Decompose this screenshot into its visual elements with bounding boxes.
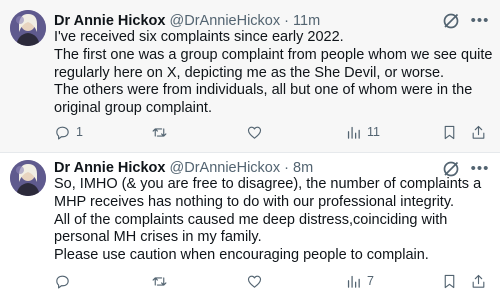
tweet-line: So, IMHO (& you are free to disagree), t… bbox=[54, 176, 486, 210]
timestamp[interactable]: 8m bbox=[293, 160, 313, 176]
tweet-header: Dr Annie Hickox @DrAnnieHickox · 11m bbox=[54, 12, 320, 30]
author-name[interactable]: Dr Annie Hickox bbox=[54, 13, 165, 29]
views-icon bbox=[347, 126, 360, 139]
views-button[interactable]: 11 bbox=[345, 122, 380, 142]
views-button[interactable]: 7 bbox=[345, 271, 374, 291]
author-handle[interactable]: @DrAnnieHickox bbox=[170, 160, 281, 176]
tweet[interactable]: Dr Annie Hickox @DrAnnieHickox · 8m ••• … bbox=[0, 153, 500, 298]
reply-icon bbox=[56, 126, 69, 139]
reply-count: 1 bbox=[76, 125, 83, 139]
reply-button[interactable]: 1 bbox=[54, 122, 83, 142]
tweet-line: The others were from individuals, all bu… bbox=[54, 82, 477, 117]
like-icon bbox=[247, 126, 262, 139]
bookmark-icon bbox=[444, 125, 455, 139]
tweet-header: Dr Annie Hickox @DrAnnieHickox · 8m bbox=[54, 159, 313, 177]
repost-button[interactable] bbox=[151, 122, 173, 142]
views-count: 7 bbox=[367, 274, 374, 288]
repost-icon bbox=[152, 276, 167, 286]
reply-icon bbox=[56, 275, 69, 288]
tweet[interactable]: Dr Annie Hickox @DrAnnieHickox · 11m •••… bbox=[0, 0, 500, 152]
share-icon bbox=[472, 125, 485, 139]
avatar[interactable] bbox=[10, 160, 46, 196]
bookmark-button[interactable] bbox=[441, 271, 458, 291]
like-icon bbox=[247, 275, 262, 288]
separator: · bbox=[284, 13, 289, 29]
bookmark-button[interactable] bbox=[441, 122, 458, 142]
tweet-text: So, IMHO (& you are free to disagree), t… bbox=[54, 176, 494, 265]
grok-icon[interactable] bbox=[441, 11, 461, 31]
tweet-line: Please use caution when encouraging peop… bbox=[54, 247, 429, 264]
separator: · bbox=[284, 160, 289, 176]
tweet-line: All of the complaints caused me deep dis… bbox=[54, 211, 452, 246]
action-bar: 7 bbox=[54, 271, 494, 291]
like-button[interactable] bbox=[246, 122, 268, 142]
tweet-line: The first one was a group complaint from… bbox=[54, 46, 497, 81]
author-handle[interactable]: @DrAnnieHickox bbox=[170, 13, 281, 29]
more-icon[interactable]: ••• bbox=[470, 11, 490, 31]
repost-button[interactable] bbox=[151, 271, 173, 291]
views-count: 11 bbox=[367, 125, 380, 139]
tweet-text: I've received six complaints since early… bbox=[54, 29, 494, 118]
share-button[interactable] bbox=[470, 271, 487, 291]
share-icon bbox=[472, 274, 485, 288]
avatar[interactable] bbox=[10, 10, 46, 46]
share-button[interactable] bbox=[470, 122, 487, 142]
like-button[interactable] bbox=[246, 271, 268, 291]
timestamp[interactable]: 11m bbox=[293, 13, 320, 29]
author-name[interactable]: Dr Annie Hickox bbox=[54, 160, 165, 176]
views-icon bbox=[347, 275, 360, 288]
repost-icon bbox=[152, 127, 167, 137]
tweet-line: I've received six complaints since early… bbox=[54, 29, 344, 45]
action-bar: 1 11 bbox=[54, 122, 494, 142]
reply-button[interactable] bbox=[54, 271, 76, 291]
bookmark-icon bbox=[444, 274, 455, 288]
